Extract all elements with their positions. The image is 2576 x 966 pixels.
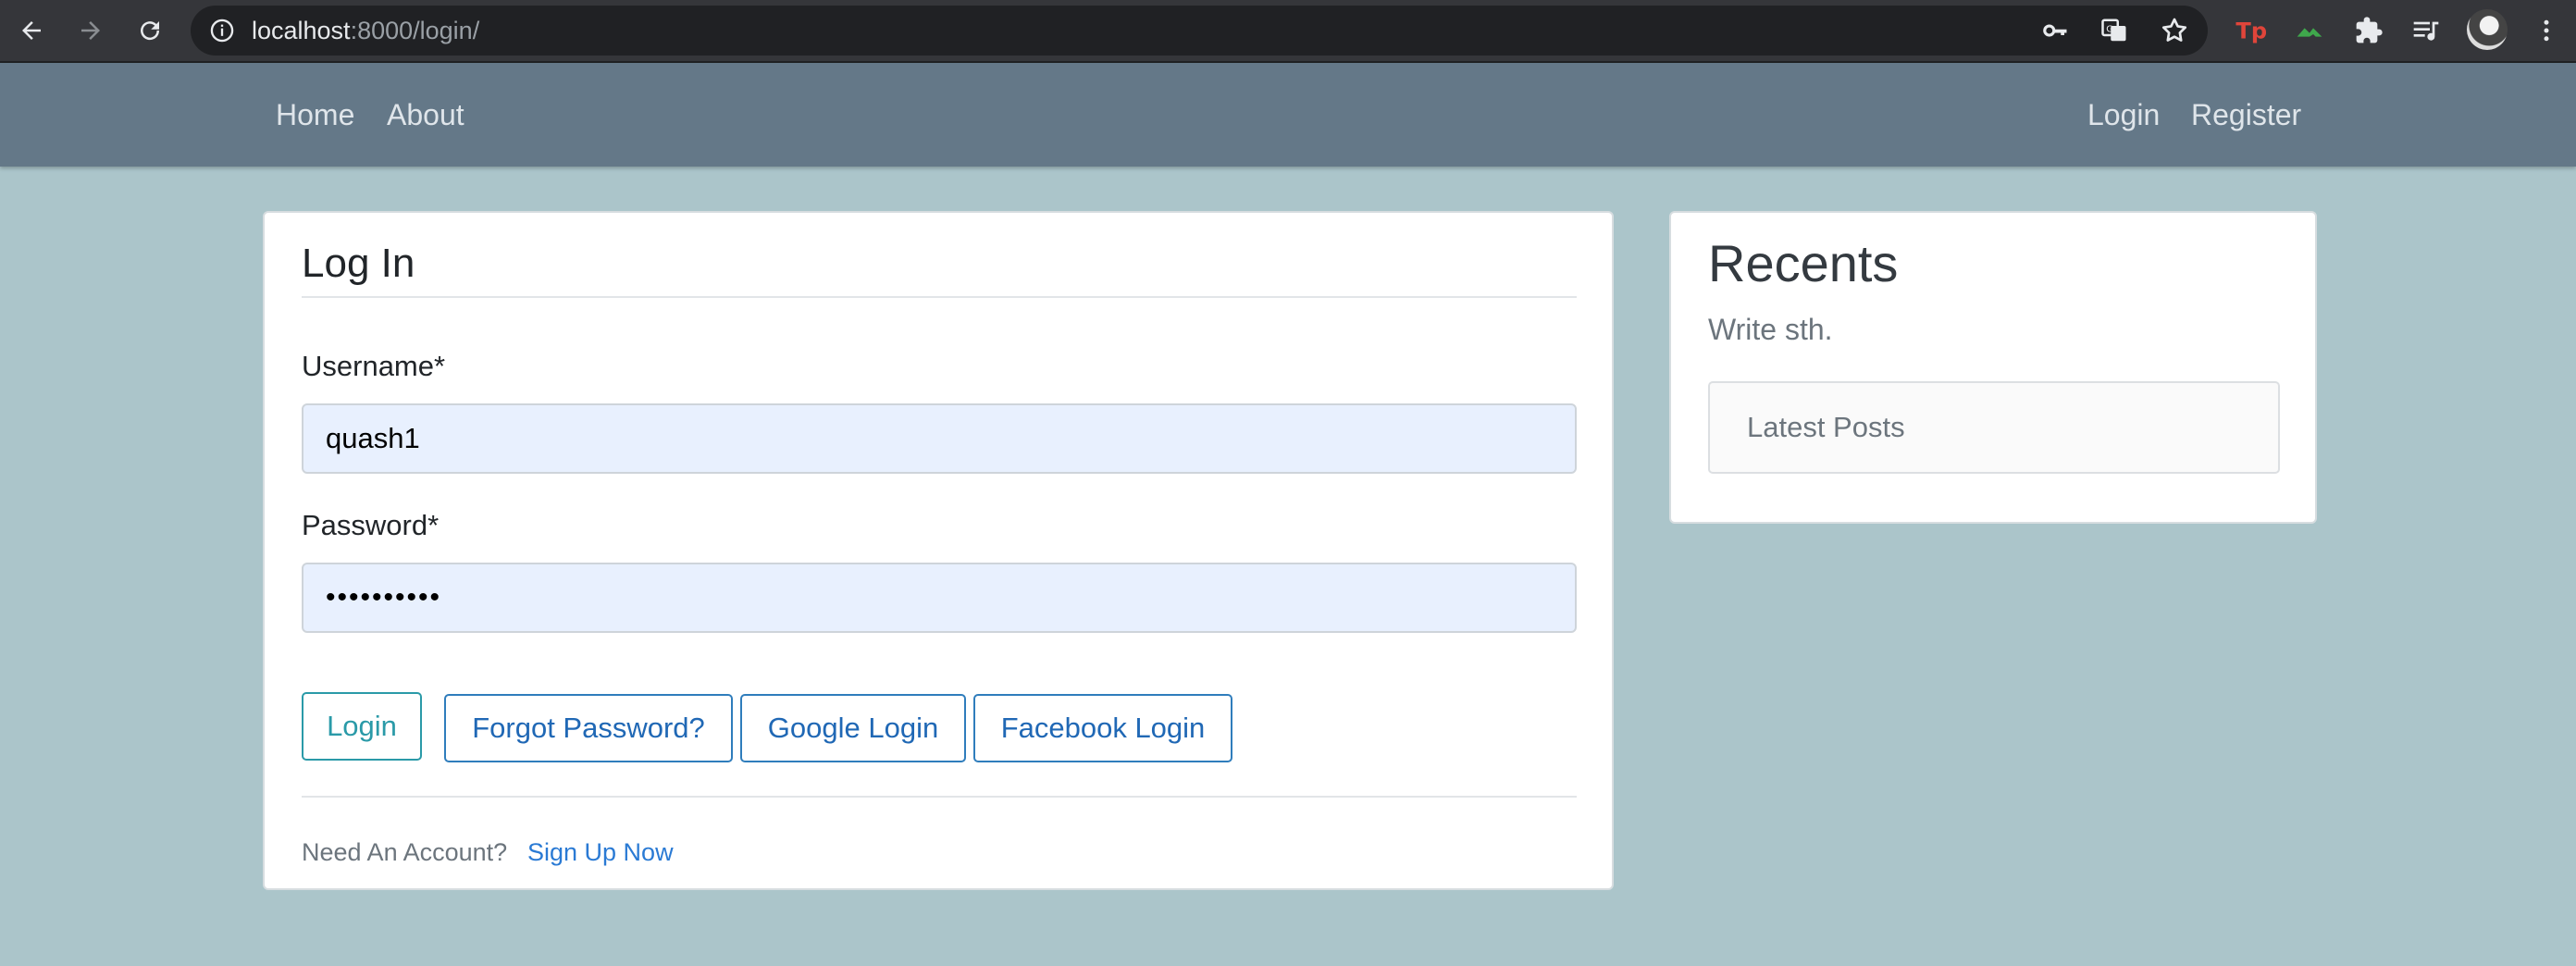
- recents-title: Recents: [1708, 234, 1899, 292]
- username-input[interactable]: quash1: [302, 403, 1577, 474]
- recents-subtitle: Write sth.: [1708, 313, 1833, 346]
- info-icon[interactable]: [209, 18, 235, 48]
- svg-text:Tp: Tp: [2235, 19, 2266, 44]
- login-title: Log In: [302, 241, 1577, 298]
- url-text: localhost:8000/login/: [252, 6, 479, 56]
- nav-about-link[interactable]: About: [387, 63, 464, 167]
- url-host: localhost: [252, 17, 351, 44]
- divider: [302, 796, 1577, 798]
- reload-icon[interactable]: [130, 10, 170, 51]
- key-icon[interactable]: [2041, 17, 2069, 49]
- forgot-password-button[interactable]: Forgot Password?: [444, 694, 733, 762]
- facebook-login-button[interactable]: Facebook Login: [973, 694, 1232, 762]
- avatar[interactable]: [2467, 9, 2508, 50]
- address-bar[interactable]: localhost:8000/login/ G: [191, 6, 2208, 56]
- need-account-text: Need An Account?: [302, 838, 508, 866]
- nav-login-link[interactable]: Login: [2087, 63, 2160, 167]
- forward-icon[interactable]: [70, 10, 111, 51]
- password-label: Password*: [302, 509, 440, 541]
- extension-tp-icon[interactable]: Tp: [2230, 10, 2271, 51]
- site-navbar: Home About Login Register: [0, 63, 2576, 167]
- back-icon[interactable]: [11, 10, 52, 51]
- menu-icon[interactable]: [2526, 10, 2567, 51]
- latest-posts-item[interactable]: Latest Posts: [1708, 381, 2280, 474]
- sign-up-link[interactable]: Sign Up Now: [527, 838, 674, 867]
- google-login-button[interactable]: Google Login: [740, 694, 966, 762]
- password-input[interactable]: ••••••••••: [302, 563, 1577, 633]
- recents-card: Recents Write sth. Latest Posts: [1669, 211, 2317, 524]
- translate-icon[interactable]: G: [2100, 17, 2128, 49]
- url-path: :8000/login/: [350, 17, 480, 44]
- nav-home-link[interactable]: Home: [276, 63, 354, 167]
- login-card: Log In Username* quash1 Password* ••••••…: [263, 211, 1614, 890]
- svg-text:G: G: [2106, 24, 2113, 34]
- puzzle-icon[interactable]: [2348, 10, 2389, 51]
- star-icon[interactable]: [2160, 16, 2189, 50]
- extension-green-icon[interactable]: [2289, 10, 2330, 51]
- nav-register-link[interactable]: Register: [2191, 63, 2301, 167]
- login-button[interactable]: Login: [302, 692, 422, 761]
- reading-list-icon[interactable]: [2406, 10, 2446, 51]
- browser-toolbar: localhost:8000/login/ G Tp: [0, 0, 2576, 63]
- username-label: Username*: [302, 350, 446, 382]
